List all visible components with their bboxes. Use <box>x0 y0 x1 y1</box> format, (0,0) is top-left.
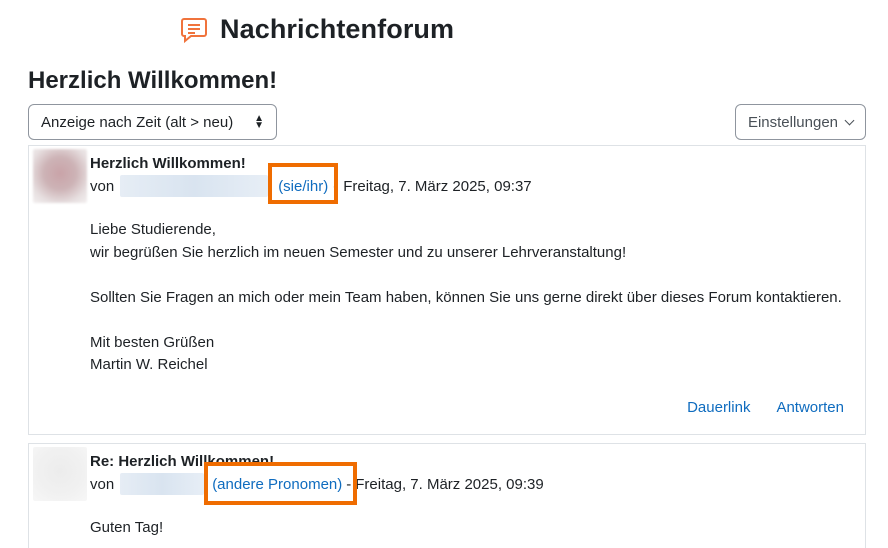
post-line: Liebe Studierende, <box>90 221 216 238</box>
discussion-title: Herzlich Willkommen! <box>28 67 278 94</box>
forum-post: Herzlich Willkommen! von (sie/ihr) - Fre… <box>28 145 866 435</box>
highlight-box-pronoun <box>268 163 338 204</box>
highlight-box-pronoun <box>204 462 357 505</box>
post-actions: Dauerlink Antworten <box>687 399 844 416</box>
byline-prefix: von <box>90 475 115 493</box>
sort-select-value: Anzeige nach Zeit (alt > neu) <box>41 113 234 131</box>
post-line: Sollten Sie Fragen an mich oder mein Tea… <box>90 288 842 306</box>
forum-header: Nachrichtenforum <box>180 14 454 45</box>
post-date: Freitag, 7. März 2025, 09:37 <box>343 177 532 195</box>
post-body: Liebe Studierende, wir begrüßen Sie herz… <box>90 219 842 377</box>
post-line: wir begrüßen Sie herzlich im neuen Semes… <box>90 243 627 261</box>
post-line: Martin W. Reichel <box>90 356 208 373</box>
settings-dropdown-button[interactable]: Einstellungen <box>735 104 866 140</box>
permalink-link[interactable]: Dauerlink <box>687 399 750 416</box>
post-body: Guten Tag! <box>90 517 163 540</box>
post-subject: Herzlich Willkommen! <box>90 155 246 172</box>
post-line: Guten Tag! <box>90 519 164 536</box>
sort-select[interactable]: Anzeige nach Zeit (alt > neu) ▲ ▼ <box>28 104 277 140</box>
forum-title: Nachrichtenforum <box>220 14 455 44</box>
byline-prefix: von <box>90 177 115 195</box>
sort-arrows-icon: ▲ ▼ <box>254 113 264 131</box>
chat-bubble-icon <box>181 17 207 43</box>
settings-label: Einstellungen <box>747 113 839 131</box>
avatar[interactable] <box>33 447 87 501</box>
author-name-redacted[interactable] <box>120 473 205 495</box>
author-name-redacted[interactable] <box>120 175 269 197</box>
reply-link[interactable]: Antworten <box>776 399 844 416</box>
avatar[interactable] <box>33 149 87 203</box>
post-line: Mit besten Grüßen <box>90 333 215 351</box>
post-date: Freitag, 7. März 2025, 09:39 <box>355 475 544 493</box>
forum-post: Re: Herzlich Willkommen! von (andere Pro… <box>28 443 866 548</box>
chevron-down-icon <box>844 115 855 125</box>
